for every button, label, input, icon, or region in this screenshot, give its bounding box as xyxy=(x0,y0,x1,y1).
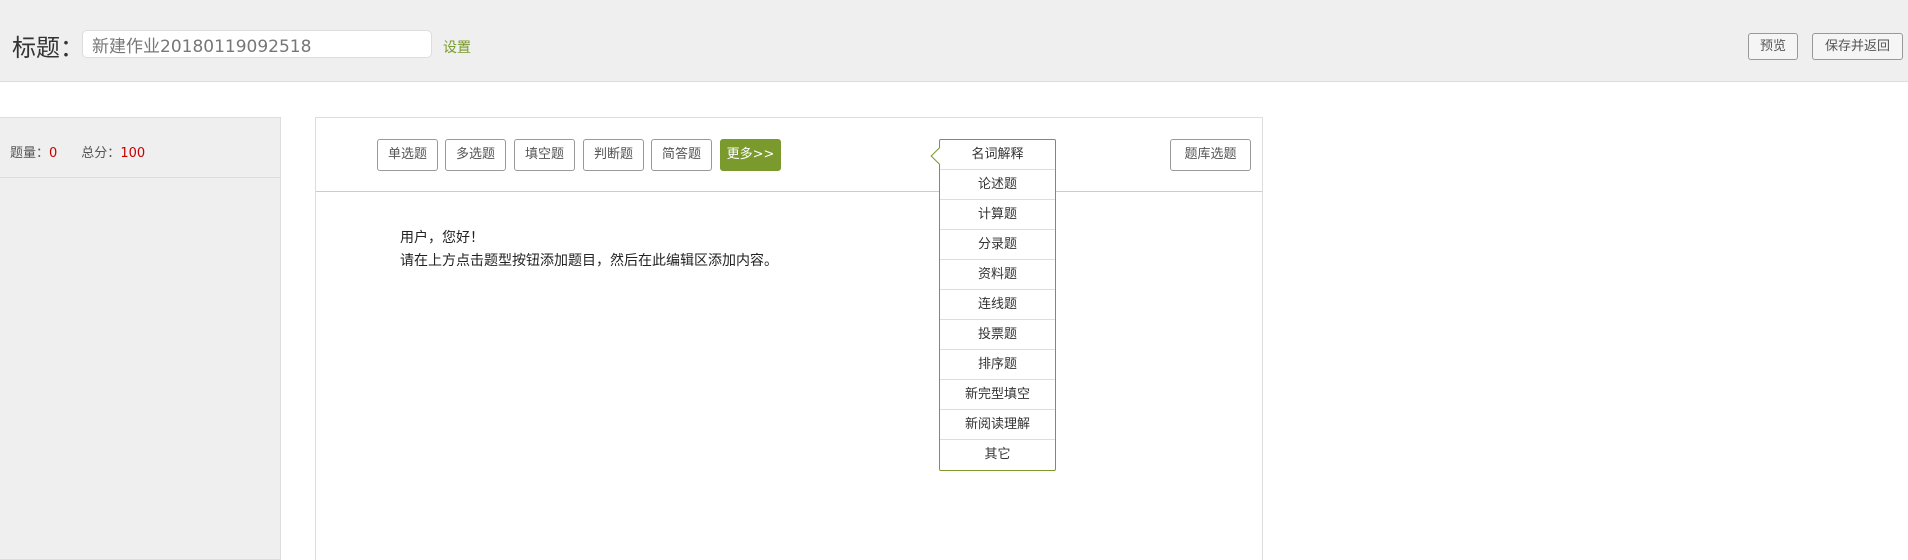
menu-item[interactable]: 计算题 xyxy=(940,200,1055,230)
true-false-button[interactable]: 判断题 xyxy=(583,139,644,171)
more-menu: 名词解释 论述题 计算题 分录题 资料题 连线题 投票题 排序题 新完型填空 新… xyxy=(930,139,1056,471)
menu-item[interactable]: 名词解释 xyxy=(940,140,1055,170)
score-label: 总分： xyxy=(81,146,121,161)
single-choice-button[interactable]: 单选题 xyxy=(377,139,438,171)
fill-blank-button[interactable]: 填空题 xyxy=(514,139,575,171)
multiple-choice-button[interactable]: 多选题 xyxy=(445,139,506,171)
title-label: 标题： xyxy=(12,34,84,62)
question-count: 0 xyxy=(49,146,58,161)
menu-item[interactable]: 分录题 xyxy=(940,230,1055,260)
stats: 题量：0 总分：100 xyxy=(10,142,169,161)
short-answer-button[interactable]: 简答题 xyxy=(651,139,712,171)
count-label: 题量： xyxy=(10,146,50,161)
preview-button[interactable]: 预览 xyxy=(1748,33,1798,60)
menu-item[interactable]: 投票题 xyxy=(940,320,1055,350)
left-panel: 题量：0 总分：100 xyxy=(0,117,281,560)
title-input[interactable] xyxy=(82,30,432,58)
save-return-button[interactable]: 保存并返回 xyxy=(1812,33,1903,60)
menu-item[interactable]: 资料题 xyxy=(940,260,1055,290)
divider xyxy=(0,177,280,178)
settings-link[interactable]: 设置 xyxy=(443,37,471,57)
header: 标题： 设置 预览 保存并返回 xyxy=(0,0,1908,82)
menu-item[interactable]: 新阅读理解 xyxy=(940,410,1055,440)
instruction-text: 请在上方点击题型按钮添加题目，然后在此编辑区添加内容。 xyxy=(400,253,778,269)
question-bank-button[interactable]: 题库选题 xyxy=(1170,139,1251,171)
editor-panel: 单选题 多选题 填空题 判断题 简答题 更多>> 题库选题 名词解释 论述题 计… xyxy=(315,117,1263,560)
menu-item[interactable]: 新完型填空 xyxy=(940,380,1055,410)
menu-item[interactable]: 排序题 xyxy=(940,350,1055,380)
menu-item[interactable]: 连线题 xyxy=(940,290,1055,320)
toolbar-divider xyxy=(316,191,1262,192)
total-score: 100 xyxy=(120,146,146,161)
menu-item[interactable]: 其它 xyxy=(940,440,1055,470)
menu-item[interactable]: 论述题 xyxy=(940,170,1055,200)
greeting-text: 用户，您好！ xyxy=(400,230,484,246)
more-button[interactable]: 更多>> xyxy=(720,139,781,171)
editor-content[interactable]: 用户，您好！ 请在上方点击题型按钮添加题目，然后在此编辑区添加内容。 xyxy=(400,227,778,273)
